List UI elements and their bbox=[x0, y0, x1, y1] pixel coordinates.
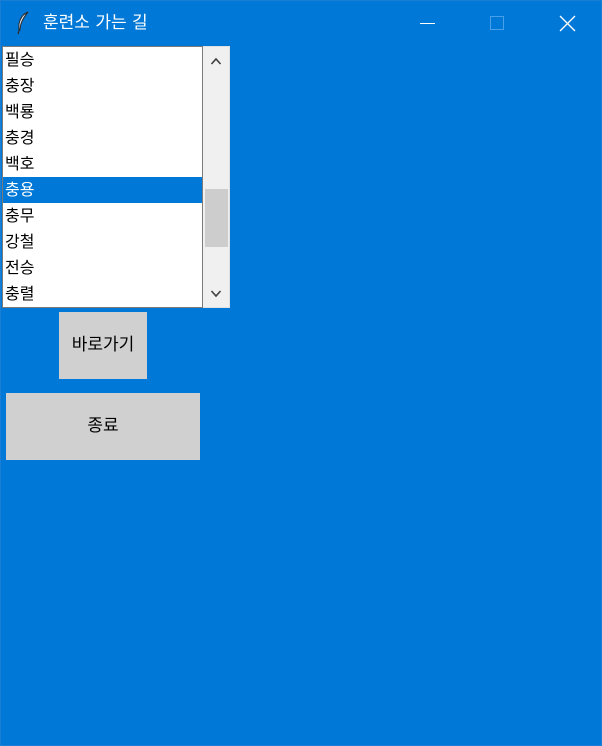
listbox-scrollbar[interactable] bbox=[203, 46, 230, 308]
close-icon bbox=[559, 15, 576, 32]
list-item[interactable]: 충경 bbox=[3, 125, 202, 151]
list-item[interactable]: 백룡 bbox=[3, 99, 202, 125]
maximize-button[interactable] bbox=[473, 1, 519, 45]
list-item[interactable]: 전승 bbox=[3, 255, 202, 281]
list-item[interactable]: 백호 bbox=[3, 151, 202, 177]
feather-icon bbox=[15, 11, 31, 35]
goto-button[interactable]: 바로가기 bbox=[59, 312, 147, 379]
title-bar[interactable]: 훈련소 가는 길 bbox=[1, 1, 601, 45]
unit-listbox[interactable]: 필승 충장 백룡 충경 백호 충용 충무 강철 전승 충렬 bbox=[2, 46, 203, 308]
window-title: 훈련소 가는 길 bbox=[43, 13, 148, 33]
chevron-up-icon bbox=[210, 57, 222, 65]
list-item[interactable]: 강철 bbox=[3, 229, 202, 255]
exit-button[interactable]: 종료 bbox=[6, 393, 200, 460]
list-item[interactable]: 충렬 bbox=[3, 281, 202, 307]
list-item[interactable]: 필승 bbox=[3, 47, 202, 73]
close-button[interactable] bbox=[545, 1, 591, 45]
list-item-selected[interactable]: 충용 bbox=[3, 177, 202, 203]
minimize-button[interactable] bbox=[405, 1, 451, 45]
scroll-up-button[interactable] bbox=[203, 48, 229, 74]
minimize-icon bbox=[420, 23, 435, 24]
scroll-down-button[interactable] bbox=[203, 281, 229, 307]
scroll-thumb[interactable] bbox=[205, 189, 228, 247]
maximize-icon bbox=[490, 16, 504, 30]
list-item[interactable]: 충무 bbox=[3, 203, 202, 229]
list-item[interactable]: 충장 bbox=[3, 73, 202, 99]
chevron-down-icon bbox=[210, 290, 222, 298]
app-window: 훈련소 가는 길 필승 충장 백룡 충경 백호 충용 충무 강철 전승 충렬 바… bbox=[0, 0, 602, 746]
